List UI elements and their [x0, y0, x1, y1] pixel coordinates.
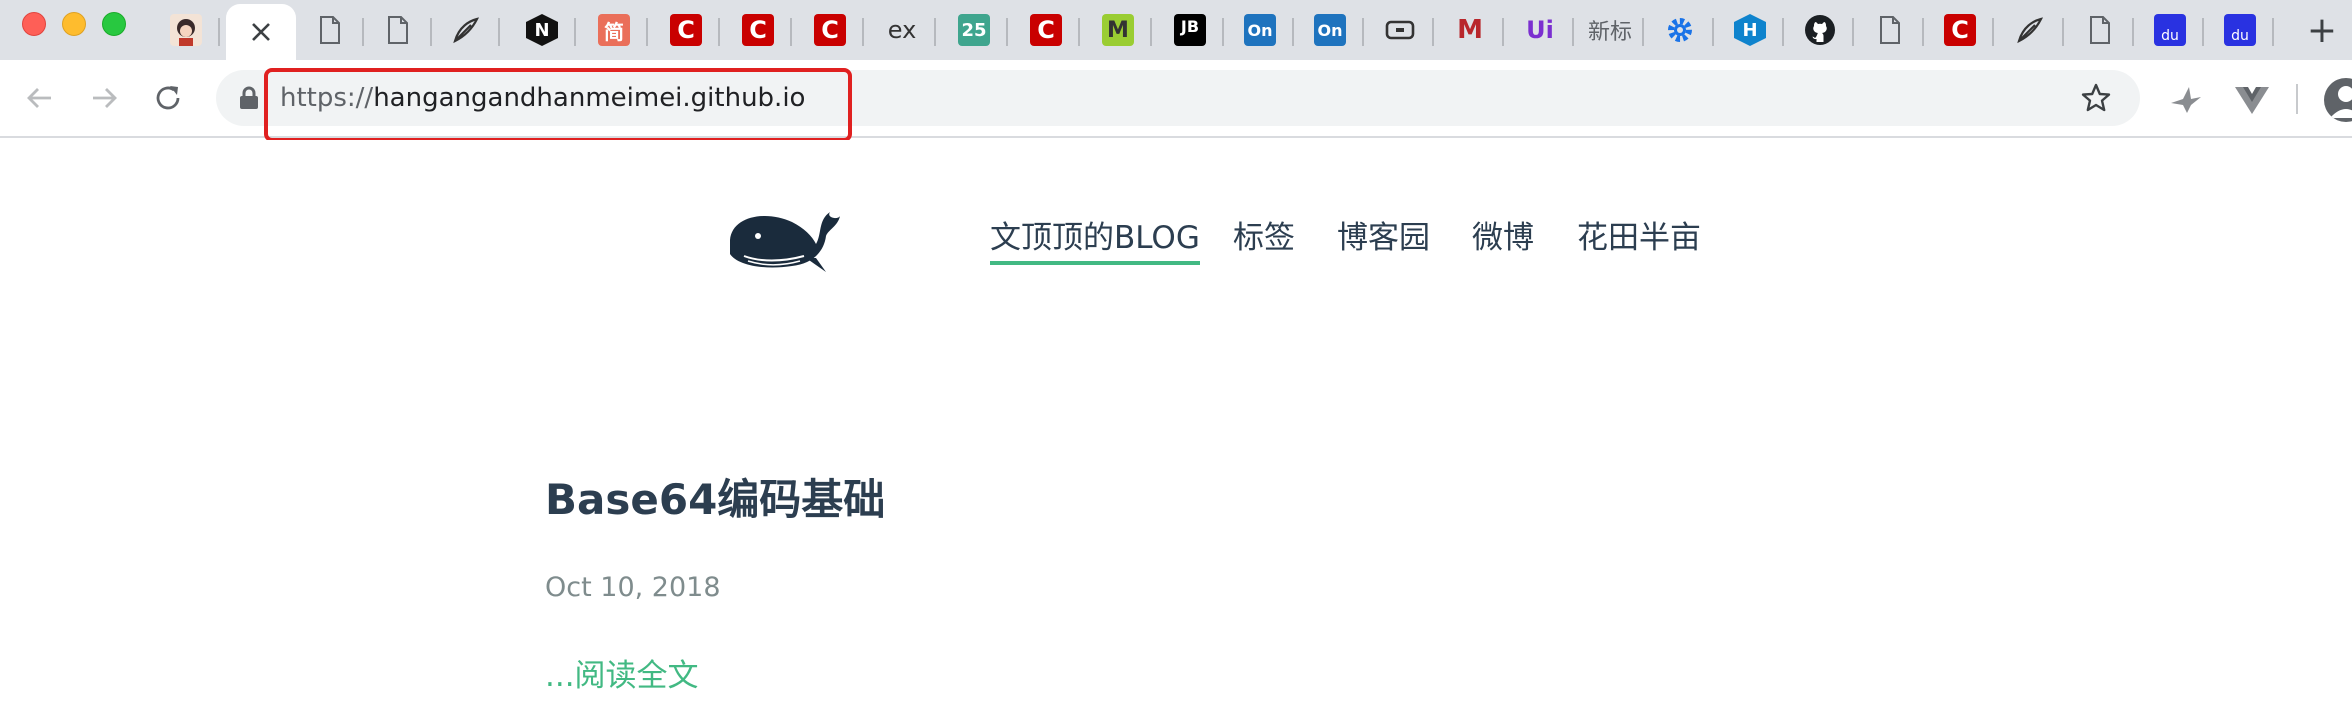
- tab-avatar[interactable]: [152, 6, 220, 54]
- tab-feather[interactable]: [1996, 6, 2064, 54]
- m-logo-icon: M: [1102, 14, 1134, 46]
- csdn-icon: C: [1030, 14, 1062, 46]
- tab-hexo[interactable]: H: [1716, 6, 1784, 54]
- tab-document[interactable]: [2066, 6, 2134, 54]
- csdn-icon: C: [1944, 14, 1976, 46]
- nav-item-huatian[interactable]: 花田半亩: [1577, 212, 1701, 257]
- tab-m[interactable]: M: [1084, 6, 1152, 54]
- tab-active[interactable]: [226, 4, 296, 60]
- feather-icon: [450, 14, 482, 46]
- close-icon[interactable]: [245, 16, 277, 48]
- document-icon: [1874, 14, 1906, 46]
- tab-baidu[interactable]: du: [2206, 6, 2274, 54]
- tab-csdn[interactable]: C: [1012, 6, 1080, 54]
- hexo-icon: H: [1734, 14, 1766, 46]
- read-more-link[interactable]: ...阅读全文: [545, 650, 699, 695]
- tab-csdn[interactable]: C: [724, 6, 792, 54]
- tab-jianshu[interactable]: 简: [580, 6, 648, 54]
- whale-logo-icon[interactable]: [726, 196, 842, 274]
- tab-new-tab-text[interactable]: 新标: [1576, 6, 1644, 54]
- back-button[interactable]: [18, 76, 62, 120]
- tab-document[interactable]: [1856, 6, 1924, 54]
- lock-icon: [240, 86, 258, 109]
- tab-feather[interactable]: [432, 6, 500, 54]
- jianshu-icon: 简: [598, 14, 630, 46]
- arrow-left-icon: [27, 88, 51, 108]
- tab-document[interactable]: [296, 6, 364, 54]
- mooc-icon: M: [1457, 15, 1483, 45]
- post-date: Oct 10, 2018: [545, 572, 721, 603]
- tab-mooc[interactable]: M: [1436, 6, 1504, 54]
- nav-item-cnblogs[interactable]: 博客园: [1337, 212, 1430, 257]
- document-icon: [2084, 14, 2116, 46]
- person-icon: [2330, 86, 2352, 118]
- csdn-icon: C: [742, 14, 774, 46]
- tab-n[interactable]: N: [508, 6, 576, 54]
- toolbar-divider: [2296, 84, 2298, 114]
- nav-item-blog[interactable]: 文顶顶的BLOG: [990, 212, 1200, 265]
- bracket-icon: [1384, 14, 1416, 46]
- tab-ui[interactable]: Ui: [1506, 6, 1574, 54]
- extension-vue[interactable]: [2232, 80, 2272, 120]
- maximize-window-button[interactable]: [102, 12, 126, 36]
- on-logo-icon: On: [1314, 14, 1346, 46]
- vue-devtools-icon: [2235, 87, 2269, 114]
- tab-25[interactable]: 25: [940, 6, 1008, 54]
- csdn-icon: C: [670, 14, 702, 46]
- nav-item-tags[interactable]: 标签: [1233, 212, 1295, 257]
- web-page: 文顶顶的BLOG 标签 博客园 微博 花田半亩 Base64编码基础 Oct 1…: [0, 140, 2352, 714]
- tab-github[interactable]: [1786, 6, 1854, 54]
- csdn-icon: C: [814, 14, 846, 46]
- ui-logo-icon: Ui: [1526, 16, 1554, 44]
- tab-baidu[interactable]: du: [2136, 6, 2204, 54]
- tab-gear[interactable]: [1646, 6, 1714, 54]
- tab-csdn[interactable]: C: [1926, 6, 1994, 54]
- arrow-right-icon: [93, 88, 117, 108]
- new-tab-button[interactable]: +: [2300, 8, 2344, 52]
- tab-document[interactable]: [364, 6, 432, 54]
- tab-strip: N 简 C C C ex 25 C M JB On On M Ui 新标 H C…: [0, 0, 2352, 60]
- reload-icon: [156, 86, 180, 110]
- reload-button[interactable]: [146, 76, 190, 120]
- jetbrains-icon: JB: [1174, 14, 1206, 46]
- close-window-button[interactable]: [22, 12, 46, 36]
- nav-item-weibo[interactable]: 微博: [1472, 212, 1534, 257]
- document-icon: [314, 14, 346, 46]
- tab-on[interactable]: On: [1296, 6, 1364, 54]
- document-icon: [382, 14, 414, 46]
- forward-button[interactable]: [82, 76, 126, 120]
- tab-on[interactable]: On: [1226, 6, 1294, 54]
- avatar-icon: [170, 14, 202, 46]
- tab-csdn[interactable]: C: [652, 6, 720, 54]
- ex-icon: ex: [887, 16, 917, 44]
- post-title[interactable]: Base64编码基础: [545, 466, 885, 527]
- tab-csdn[interactable]: C: [796, 6, 864, 54]
- feather-icon: [2014, 14, 2046, 46]
- n-logo-icon: N: [526, 14, 558, 46]
- text-tab-icon: 新标: [1588, 20, 1632, 45]
- tab-jetbrains[interactable]: JB: [1156, 6, 1224, 54]
- tab-bracket[interactable]: [1366, 6, 1434, 54]
- tab-ex[interactable]: ex: [868, 6, 936, 54]
- url-highlight-box: [264, 68, 852, 142]
- extension-bird[interactable]: [2166, 80, 2206, 120]
- baidu-icon: du: [2224, 14, 2256, 46]
- on-logo-icon: On: [1244, 14, 1276, 46]
- gear-icon: [1664, 14, 1696, 46]
- bird-icon: [2171, 87, 2201, 113]
- baidu-icon: du: [2154, 14, 2186, 46]
- star-icon[interactable]: [2080, 82, 2112, 114]
- minimize-window-button[interactable]: [62, 12, 86, 36]
- calendar-25-icon: 25: [958, 14, 990, 46]
- github-icon: [1804, 14, 1836, 46]
- profile-avatar[interactable]: [2324, 78, 2352, 122]
